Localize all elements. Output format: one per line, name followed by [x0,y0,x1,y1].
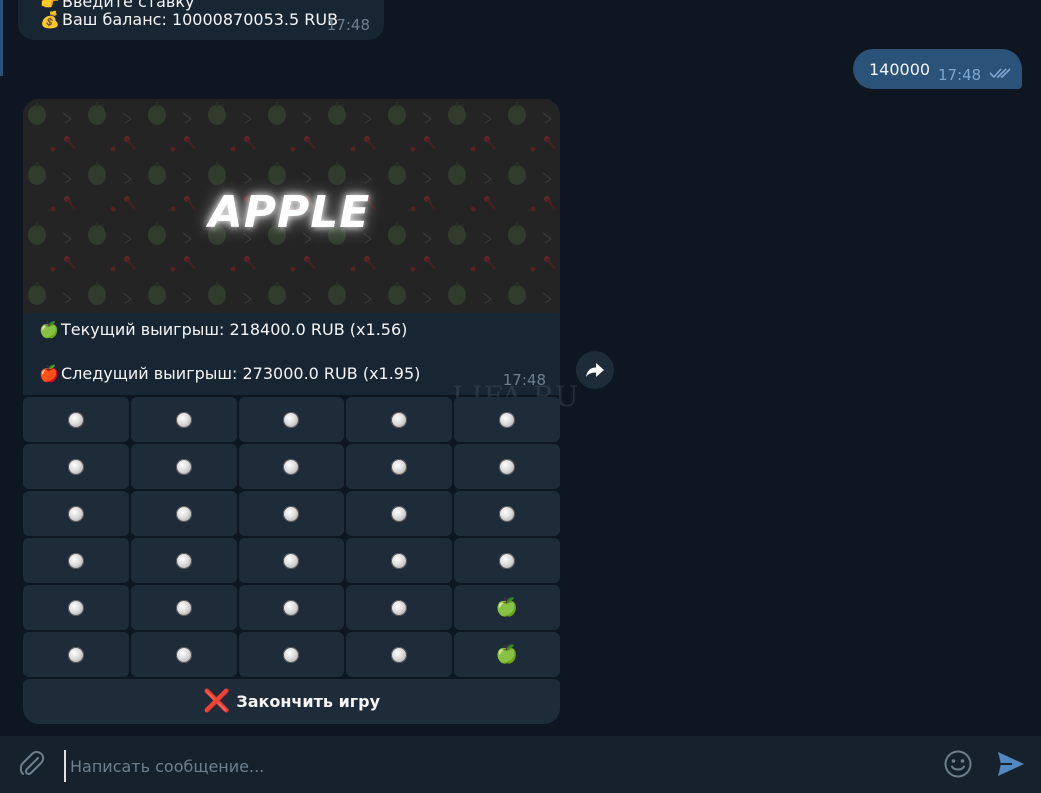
grid-cell-button[interactable] [130,491,237,536]
balance-line: 💰 Ваш баланс: 10000870053.5 RUB [40,10,338,29]
balance-text: Ваш баланс: 10000870053.5 RUB [62,10,339,29]
paperclip-icon[interactable] [18,750,46,780]
white-circle-icon [499,411,516,428]
message-time: 17:48 [326,16,370,34]
white-circle-icon [175,505,192,522]
white-circle-icon [391,505,408,522]
grid-cell-button[interactable] [346,632,453,677]
white-circle-icon [67,458,84,475]
white-circle-icon [67,599,84,616]
green-apple-icon: 🍏 [495,644,519,665]
white-circle-icon [283,411,300,428]
grid-cell-button[interactable] [454,444,560,489]
white-circle-icon [283,552,300,569]
outgoing-message-text: 140000 [869,60,931,79]
money-bag-icon: 💰 [40,10,60,29]
white-circle-icon [391,552,408,569]
white-circle-icon [499,552,516,569]
grid-cell-button[interactable] [346,585,453,630]
grid-cell-button[interactable] [454,538,560,583]
next-win-text: Следущий выигрыш: 273000.0 RUB (x1.95) [61,364,421,383]
grid-cell-button[interactable] [23,444,129,489]
grid-cell-button[interactable] [238,397,345,442]
white-circle-icon [283,458,300,475]
grid-cell-button[interactable] [23,632,129,677]
grid-cell-button[interactable]: 🍏 [454,632,560,677]
white-circle-icon [391,646,408,663]
forward-button[interactable] [576,351,614,389]
chat-area: 👉 Введите ставку 💰 Ваш баланс: 10000870053… [0,0,1041,736]
white-circle-icon [391,458,408,475]
grid-cell-button[interactable] [238,491,345,536]
white-circle-icon [67,552,84,569]
grid-cell-button[interactable] [346,444,453,489]
white-circle-icon [175,646,192,663]
white-circle-icon [499,505,516,522]
grid-cell-button[interactable] [238,538,345,583]
game-message: APPLE 🍏 Текущий выигрыш: 218400.0 RUB (x1… [23,99,560,395]
cross-icon: ❌ [202,689,231,714]
grid-cell-button[interactable] [454,397,560,442]
grid-cell-button[interactable] [130,444,237,489]
grid-cell-button[interactable] [346,397,453,442]
keyboard-row: 🍏 [23,585,560,630]
smile-icon[interactable] [943,749,973,779]
grid-cell-button[interactable] [130,538,237,583]
white-circle-icon [175,411,192,428]
banner-title: APPLE [208,187,371,238]
white-circle-icon [67,505,84,522]
white-circle-icon [175,458,192,475]
white-circle-icon [391,599,408,616]
grid-cell-button[interactable] [346,491,453,536]
white-circle-icon [67,646,84,663]
white-circle-icon [283,599,300,616]
white-circle-icon [499,458,516,475]
white-circle-icon [175,552,192,569]
keyboard-row [23,491,560,536]
share-arrow-icon [586,363,604,377]
red-apple-icon: 🍎 [39,364,59,383]
selection-accent [0,0,3,76]
keyboard-row: 🍏 [23,632,560,677]
grid-cell-button[interactable] [23,491,129,536]
keyboard-row [23,444,560,489]
inline-keyboard: 🍏 🍏 ❌ Закончить игру [23,397,560,724]
white-circle-icon [283,505,300,522]
balance-message: 👉 Введите ставку 💰 Ваш баланс: 10000870053… [18,0,384,40]
grid-cell-button[interactable] [23,538,129,583]
grid-cell-button[interactable] [130,632,237,677]
grid-cell-button[interactable] [238,444,345,489]
white-circle-icon [283,646,300,663]
grid-cell-button[interactable] [23,397,129,442]
message-time: 17:48 [938,66,982,84]
grid-cell-button[interactable] [238,632,345,677]
grid-cell-button[interactable] [454,491,560,536]
white-circle-icon [67,411,84,428]
message-composer [0,736,1041,793]
white-circle-icon [175,599,192,616]
grid-cell-button[interactable] [346,538,453,583]
grid-cell-button[interactable]: 🍏 [454,585,560,630]
message-input[interactable] [64,750,932,782]
grid-cell-button[interactable] [130,397,237,442]
current-win-line: 🍏 Текущий выигрыш: 218400.0 RUB (x1.56) [39,320,407,339]
end-game-button[interactable]: ❌ Закончить игру [23,679,560,724]
green-apple-icon: 🍏 [495,597,519,618]
current-win-text: Текущий выигрыш: 218400.0 RUB (x1.56) [61,320,408,339]
game-banner: APPLE [23,99,560,313]
grid-cell-button[interactable] [130,585,237,630]
grid-cell-button[interactable] [23,585,129,630]
outgoing-message[interactable]: 140000 17:48 [853,49,1022,89]
grid-cell-button[interactable] [238,585,345,630]
double-check-icon [989,68,1011,79]
send-icon[interactable] [996,750,1026,778]
keyboard-row [23,397,560,442]
keyboard-row [23,538,560,583]
white-circle-icon [391,411,408,428]
end-game-label: Закончить игру [236,692,381,711]
green-apple-icon: 🍏 [39,320,59,339]
next-win-line: 🍎 Следущий выигрыш: 273000.0 RUB (x1.95) [39,364,420,383]
